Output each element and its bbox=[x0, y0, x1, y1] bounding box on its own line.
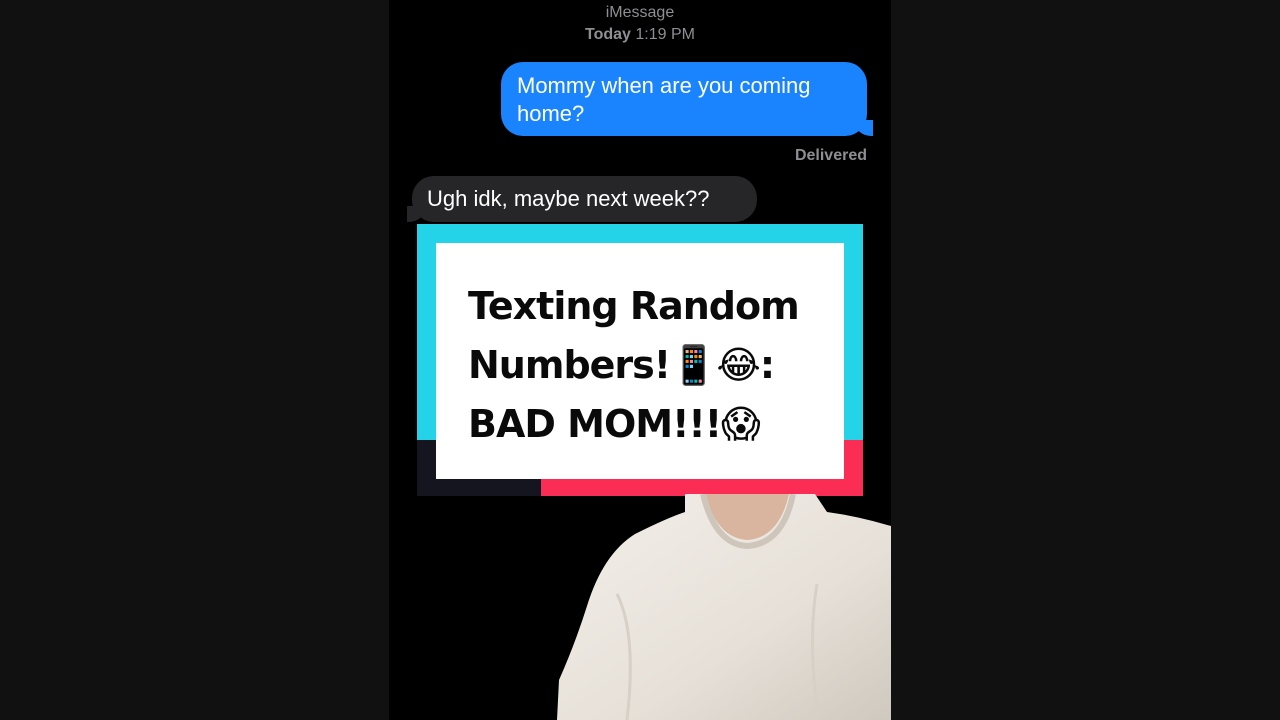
sent-message-text: Mommy when are you coming home? bbox=[517, 73, 811, 126]
timestamp-time: 1:19 PM bbox=[635, 26, 695, 43]
title-card: Texting Random Numbers!📱😂: BAD MOM!!!😱 bbox=[417, 224, 863, 496]
delivery-status: Delivered bbox=[794, 147, 867, 164]
title-card-text-box: Texting Random Numbers!📱😂: BAD MOM!!!😱 bbox=[436, 243, 844, 479]
service-label: iMessage bbox=[605, 4, 675, 21]
received-message-bubble[interactable]: Ugh idk, maybe next week?? bbox=[407, 176, 757, 222]
timestamp: Today 1:19 PM bbox=[389, 25, 891, 45]
title-line-2: Numbers!📱😂: bbox=[468, 343, 775, 387]
person-cutout bbox=[557, 494, 891, 720]
right-letterbox bbox=[891, 0, 1280, 720]
conversation-header: iMessage Today 1:19 PM bbox=[389, 3, 891, 45]
title-line-3: BAD MOM!!!😱 bbox=[468, 402, 761, 446]
left-letterbox bbox=[0, 0, 389, 720]
video-frame: iMessage Today 1:19 PM Mommy when are yo… bbox=[389, 0, 891, 720]
timestamp-day: Today bbox=[585, 26, 631, 43]
sent-message-bubble[interactable]: Mommy when are you coming home? bbox=[501, 62, 873, 136]
received-message-text: Ugh idk, maybe next week?? bbox=[427, 186, 710, 211]
title-line-1: Texting Random bbox=[468, 284, 800, 328]
